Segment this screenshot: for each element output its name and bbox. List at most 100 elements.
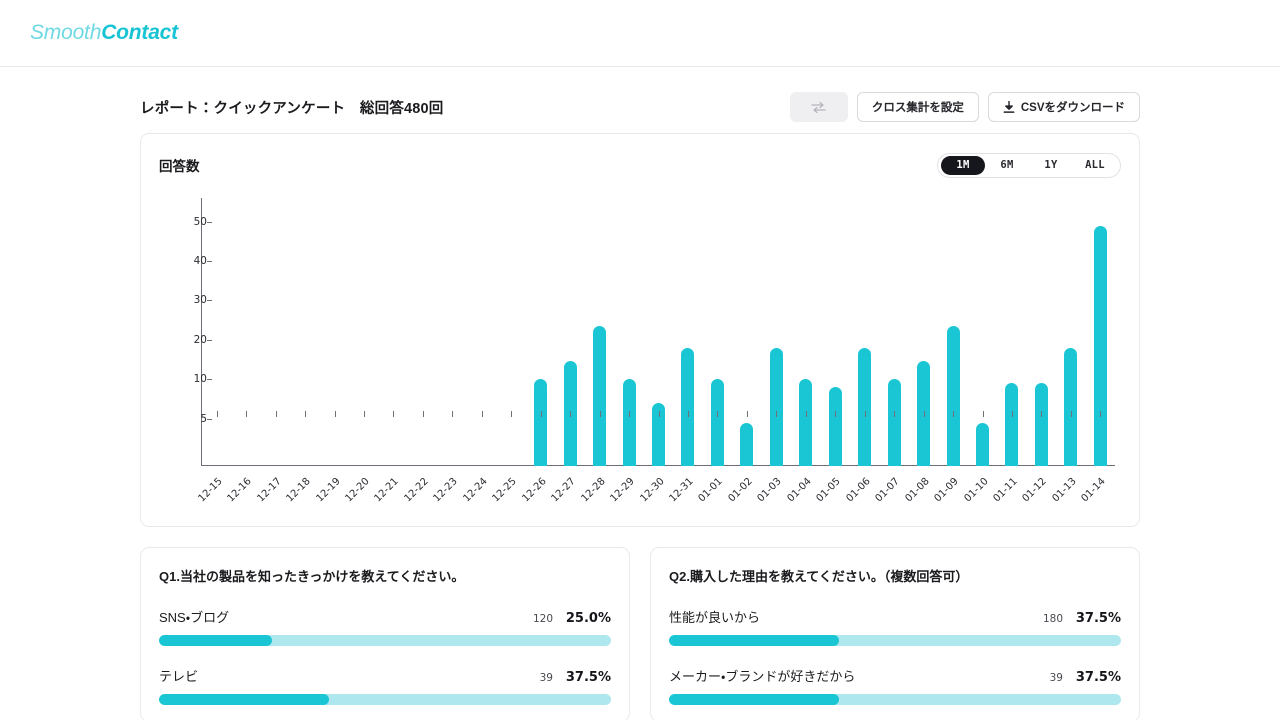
range-option-1m[interactable]: 1M [941,155,985,175]
question-title: Q1.当社の製品を知ったきっかけを教えてください。 [159,569,465,584]
question-card-q1: Q1.当社の製品を知ったきっかけを教えてください。 SNS・ブログ 120 25.0… [140,547,630,720]
bar[interactable] [828,387,842,466]
x-tick-mark [599,411,601,417]
bar-slot: 12-19 [314,198,349,504]
x-tick-label: 12-19 [313,476,343,505]
brand-logo[interactable]: SmoothContact [30,21,178,45]
x-tick-label: 01-03 [755,476,785,505]
x-tick-mark [923,411,925,417]
y-tick-label: 50 [159,216,212,228]
option-percent: 37.5% [1075,611,1121,626]
bar-slot: 12-21 [373,198,408,504]
bar-slot: 12-15 [196,198,231,504]
x-tick-mark [334,411,336,417]
x-tick-label: 12-17 [255,476,284,505]
option-label: メーカー・ブランドが好きだから [669,669,856,684]
swap-arrows-icon [811,101,826,114]
option-row: メーカー・ブランドが好きだから 39 37.5% [669,666,1121,685]
bar-slot: 01-05 [815,198,850,504]
bar[interactable] [710,379,724,466]
bar[interactable] [858,347,872,466]
bar[interactable] [887,379,901,466]
option-count: 180 [1042,613,1063,625]
bar-series: 12-15 12-16 12-17 12-18 12-19 12-20 12-21 12-22… [196,198,1115,504]
bar[interactable] [799,379,813,466]
x-tick-mark [246,411,248,417]
bar[interactable] [740,423,754,466]
bar-slot: 12-17 [255,198,290,504]
option-row: SNS・ブログ 120 25.0% [159,607,611,626]
bar[interactable] [622,379,636,466]
bar[interactable] [976,423,989,466]
x-tick-mark [393,411,395,417]
app-header: SmoothContact [0,0,1280,67]
download-csv-button[interactable]: CSVをダウンロード [987,92,1140,122]
bar[interactable] [681,347,695,466]
bar[interactable] [1005,383,1019,466]
option-progress-fill [159,694,329,705]
y-tick-label: 40 [159,255,212,267]
page-title: レポート：クイックアンケート 総回答480回 [140,100,444,117]
bar-slot: 12-16 [226,198,260,504]
question-title: Q2.購入した理由を教えてください。（複数回答可） [669,569,969,584]
option-count: 39 [1049,672,1063,684]
question-card-q2: Q2.購入した理由を教えてください。（複数回答可） 性能が良いから 180 37.5… [650,547,1140,720]
x-tick-mark [982,411,984,417]
range-option-6m[interactable]: 6M [985,156,1029,175]
bar-slot: 12-18 [285,198,319,504]
bar[interactable] [1034,383,1048,466]
download-icon [1003,100,1015,114]
brand-logo-light: Smooth [30,21,102,44]
time-range-toggle[interactable]: 1M 6M 1Y ALL [937,152,1121,178]
x-tick-mark [1011,411,1013,417]
bar-slot: 12-26 [520,198,555,504]
bar-slot: 01-06 [844,198,879,504]
x-tick-mark [540,411,542,417]
page-container: レポート：クイックアンケート 総回答480回 クロス集計を設定 CSVをダウンロ… [0,81,1280,720]
bar[interactable] [1093,225,1107,466]
option-progress-fill [159,635,272,646]
bar[interactable] [769,347,783,466]
x-tick-mark [570,411,572,417]
x-tick-mark [511,411,513,417]
x-tick-label: 12-20 [343,476,372,505]
question-cards-row: Q1.当社の製品を知ったきっかけを教えてください。 SNS・ブログ 120 25.0… [140,547,1140,720]
x-tick-label: 12-25 [490,476,520,505]
bar-slot: 12-20 [343,198,378,504]
chart-header: 回答数 1M 6M 1Y ALL [159,148,1121,182]
toolbar-actions: クロス集計を設定 CSVをダウンロード [789,92,1140,122]
bar[interactable] [946,325,960,466]
x-tick-label: 12-18 [284,476,313,505]
x-tick-label: 01-12 [1020,476,1050,505]
x-tick-mark [864,411,866,417]
x-tick-mark [835,411,837,417]
option-count: 120 [532,613,553,625]
bar[interactable] [593,325,607,466]
bar[interactable] [534,379,548,466]
bar-slot: 12-30 [638,198,673,504]
option-label: 性能が良いから [669,610,761,625]
option-percent: 37.5% [565,670,611,685]
option-percent: 37.5% [1075,670,1121,685]
x-tick-label: 01-07 [873,476,902,505]
cross-tabulation-button[interactable]: クロス集計を設定 [856,92,979,122]
option-row: テレビ 39 37.5% [159,666,611,685]
bar-slot: 01-08 [903,198,938,504]
bar[interactable] [1064,347,1078,466]
bar-slot: 12-28 [579,198,614,504]
option-label: SNS・ブログ [159,610,230,625]
bar-slot: 12-25 [491,198,526,504]
range-option-all[interactable]: ALL [1073,156,1117,175]
x-tick-mark [1041,411,1043,417]
x-tick-label: 12-15 [196,476,225,505]
x-tick-mark [746,411,748,417]
range-option-1y[interactable]: 1Y [1029,156,1073,175]
swap-axis-button[interactable] [789,92,848,122]
bar-slot: 12-23 [432,198,467,504]
bar-slot: 01-13 [1050,198,1085,504]
x-tick-label: 12-30 [637,476,667,505]
y-tick-label: 5 [159,413,212,425]
option-progress-track [669,635,1121,646]
x-tick-label: 01-02 [726,476,755,505]
x-tick-label: 01-13 [1050,476,1079,505]
